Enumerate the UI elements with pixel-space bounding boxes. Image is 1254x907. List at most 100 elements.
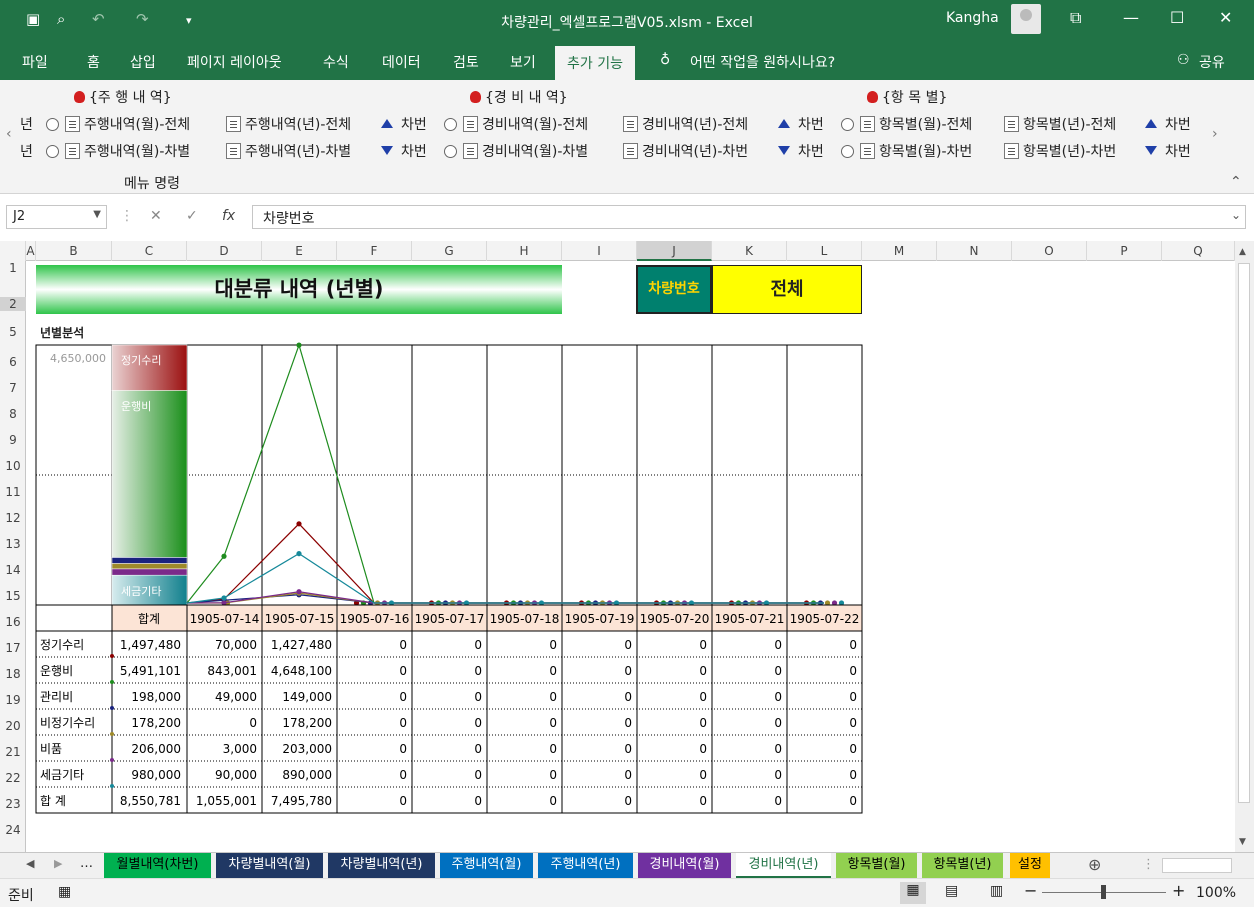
table-cell: 0 (774, 794, 782, 808)
table-date-header: 1905-07-22 (790, 612, 860, 626)
table-cell: 0 (774, 664, 782, 678)
table-cell: 1,427,480 (271, 638, 332, 652)
table-cell-total: 5,491,101 (120, 664, 181, 678)
tab-scroll-right-icon[interactable]: ▶ (54, 857, 62, 870)
legend-marker (110, 784, 114, 788)
sheet-tab[interactable]: 차량별내역(년) (328, 853, 435, 878)
sheet-tab[interactable]: 주행내역(년) (538, 853, 633, 878)
zoom-out-icon[interactable]: − (1024, 881, 1037, 900)
line-point-세금기타 (296, 551, 302, 557)
more-tabs-icon[interactable]: … (80, 856, 93, 871)
table-cell: 0 (849, 664, 857, 678)
table-cell: 7,495,780 (271, 794, 332, 808)
zoom-handle[interactable] (1101, 885, 1106, 899)
table-row-label: 관리비 (40, 690, 73, 704)
table-row-label: 합 계 (40, 794, 66, 808)
bar-segment-비품 (111, 568, 188, 576)
table-cell: 0 (399, 664, 407, 678)
table-date-header: 1905-07-19 (565, 612, 635, 626)
line-point-정기수리 (296, 521, 302, 527)
table-row-label: 세금기타 (40, 768, 84, 782)
table-cell-total: 206,000 (131, 742, 181, 756)
bar-label-top: 정기수리 (121, 354, 162, 367)
table-date-header: 1905-07-17 (415, 612, 485, 626)
table-cell: 0 (399, 794, 407, 808)
page-break-icon[interactable]: ▥ (990, 883, 1003, 899)
legend-marker (110, 680, 114, 684)
bar-segment-운행비 (111, 390, 188, 558)
table-cell: 0 (549, 768, 557, 782)
table-date-header: 1905-07-20 (640, 612, 710, 626)
sheet-tab[interactable]: 항목별(년) (922, 853, 1003, 878)
scroll-down-icon[interactable]: ▼ (1239, 837, 1246, 847)
sheet-tab-bar: ◀ ▶ … 월별내역(차번) 차량별내역(월) 차량별내역(년) 주행내역(월) 주행내… (0, 852, 1254, 878)
table-cell: 0 (699, 716, 707, 730)
table-cell: 0 (849, 742, 857, 756)
normal-view-icon[interactable]: ▦ (900, 882, 926, 904)
table-cell: 0 (624, 690, 632, 704)
scroll-thumb[interactable] (1238, 263, 1250, 803)
table-cell: 0 (249, 716, 257, 730)
table-cell-total: 178,200 (131, 716, 181, 730)
sheet-tab[interactable]: 경비내역(월) (638, 853, 731, 878)
add-sheet-icon[interactable]: ⊕ (1088, 855, 1101, 874)
table-cell: 0 (774, 638, 782, 652)
bar-label-mid: 운행비 (121, 400, 152, 413)
line-lead-운행비 (186, 555, 225, 604)
table-cell: 0 (399, 716, 407, 730)
table-date-header: 1905-07-21 (715, 612, 785, 626)
table-cell-total: 980,000 (131, 768, 181, 782)
legend-marker (110, 758, 114, 762)
table-cell: 0 (549, 742, 557, 756)
macro-record-icon[interactable]: ▦ (58, 884, 71, 900)
table-cell: 0 (624, 638, 632, 652)
horizontal-scrollbar[interactable] (1162, 858, 1232, 873)
table-cell: 0 (624, 794, 632, 808)
table-header-total: 합계 (138, 612, 160, 626)
table-cell: 0 (699, 690, 707, 704)
table-cell: 0 (774, 690, 782, 704)
sheet-tab[interactable]: 차량별내역(월) (216, 853, 323, 878)
legend-marker (110, 732, 114, 736)
page-layout-icon[interactable]: ▤ (945, 883, 958, 899)
zoom-level[interactable]: 100% (1196, 885, 1236, 901)
table-cell: 0 (624, 664, 632, 678)
table-row-label: 비품 (40, 742, 62, 756)
legend-marker (110, 706, 114, 710)
table-cell: 3,000 (223, 742, 257, 756)
sheet-tab[interactable]: 주행내역(월) (440, 853, 533, 878)
sheet-tab[interactable]: 경비내역(년) (736, 853, 831, 878)
table-cell: 0 (474, 768, 482, 782)
table-cell: 0 (549, 638, 557, 652)
table-cell: 0 (474, 690, 482, 704)
table-cell: 49,000 (215, 690, 257, 704)
table-cell: 0 (399, 690, 407, 704)
line-point-운행비 (221, 553, 227, 559)
table-cell: 0 (474, 794, 482, 808)
table-cell: 0 (699, 768, 707, 782)
sheet-tab[interactable]: 항목별(월) (836, 853, 917, 878)
table-cell-total: 8,550,781 (120, 794, 181, 808)
vertical-scrollbar[interactable]: ▲ ▼ (1235, 241, 1254, 853)
line-series-관리비 (223, 594, 824, 604)
status-bar: 준비 ▦ ▦ ▤ ▥ − + 100% (0, 878, 1254, 907)
table-cell: 0 (849, 716, 857, 730)
table-row-label: 비정기수리 (40, 716, 95, 730)
line-series-운행비 (223, 343, 824, 604)
table-cell: 0 (624, 742, 632, 756)
sheet-tab[interactable]: 설정 (1010, 853, 1050, 878)
table-cell: 1,055,001 (196, 794, 257, 808)
bar-segment-관리비 (111, 557, 188, 564)
scroll-up-icon[interactable]: ▲ (1239, 247, 1246, 257)
zoom-in-icon[interactable]: + (1172, 881, 1185, 900)
table-cell: 0 (849, 794, 857, 808)
sheet-tab[interactable]: 월별내역(차번) (104, 853, 211, 878)
splitter-icon[interactable]: ⋮ (1142, 857, 1155, 872)
table-row-label: 운행비 (40, 663, 73, 678)
line-point-세금기타 (221, 595, 227, 601)
table-cell: 843,001 (207, 664, 257, 678)
tab-scroll-left-icon[interactable]: ◀ (26, 857, 34, 870)
table-cell: 0 (699, 664, 707, 678)
table-cell: 0 (399, 768, 407, 782)
table-cell: 0 (474, 716, 482, 730)
